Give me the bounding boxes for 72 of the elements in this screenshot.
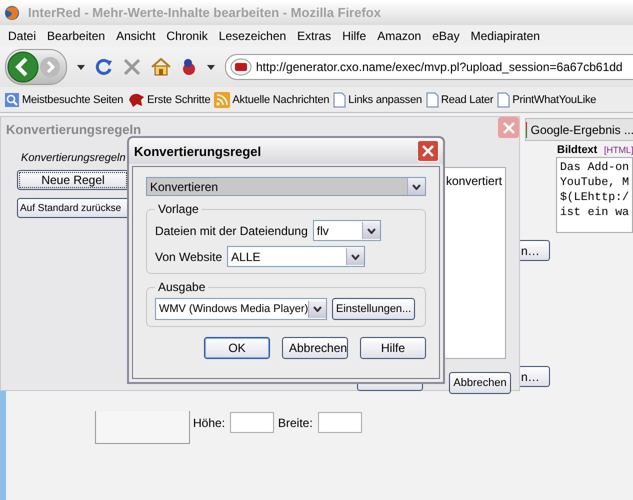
close-icon xyxy=(422,145,434,157)
extension-select[interactable]: flv xyxy=(312,220,381,241)
action-select[interactable]: Konvertieren xyxy=(146,177,426,196)
home-icon[interactable] xyxy=(151,58,171,76)
new-rule-button[interactable]: Neue Regel xyxy=(17,170,129,190)
height-label: Höhe: xyxy=(193,416,226,430)
chevron-icon xyxy=(351,254,360,260)
bookmark-label: Meistbesuchte Seiten xyxy=(22,94,124,106)
site-icon xyxy=(230,58,252,76)
close-button[interactable] xyxy=(417,140,439,162)
height-field[interactable] xyxy=(230,412,274,433)
website-select[interactable]: ALLE xyxy=(227,246,366,267)
search-icon xyxy=(4,92,20,108)
cancel-button[interactable]: Abbrechen xyxy=(449,372,511,394)
bookmark-item[interactable]: PrintWhatYouLike xyxy=(497,92,596,108)
menu-item[interactable]: Ansicht xyxy=(111,29,162,43)
extension-label: Dateien mit der Dateiendung xyxy=(155,224,308,238)
window-title: InterRed - Mehr-Werte-Inhalte bearbeiten - Mozilla Firefox xyxy=(28,5,381,20)
bookmark-label: Erste Schritte xyxy=(147,94,210,106)
menu-item[interactable]: Chronik xyxy=(161,29,214,43)
dialog-button[interactable]: Abbrechen xyxy=(282,337,348,359)
address-field[interactable]: http://generator.cxo.name/exec/mvp.pl?upload_session=6a67cb61dd xyxy=(225,54,633,80)
html-tag: [HTML] xyxy=(604,145,633,155)
dropdown-icon[interactable] xyxy=(207,64,215,70)
page-button[interactable]: n… xyxy=(518,240,550,261)
chevron-icon xyxy=(366,228,376,234)
bookmark-label: Read Later xyxy=(440,94,494,106)
bookmark-label: Aktuelle Nachrichten xyxy=(232,94,330,106)
bookmark-label: PrintWhatYouLike xyxy=(512,94,596,106)
menu-item[interactable]: Amazon xyxy=(372,29,428,43)
bookmark-item[interactable]: Meistbesuchte Seiten xyxy=(4,92,124,108)
dropdown-icon[interactable] xyxy=(77,64,85,70)
bookmark-label: Links anpassen xyxy=(348,94,422,106)
dialog-button[interactable]: OK xyxy=(204,337,270,359)
chevron-icon xyxy=(412,184,421,190)
menu-item[interactable]: Datei xyxy=(3,29,42,43)
figure-icon[interactable] xyxy=(181,58,197,76)
dialog-button[interactable]: Hilfe xyxy=(360,337,426,359)
menu-item[interactable]: eBay xyxy=(427,29,466,43)
website-label: Von Website xyxy=(155,250,222,264)
caption-label: Bildtext xyxy=(557,144,598,156)
browser-tab[interactable]: Google-Ergebnis ... xyxy=(525,118,633,141)
page-icon xyxy=(497,92,510,108)
bookmark-item[interactable]: Links anpassen xyxy=(333,92,422,108)
width-label: Breite: xyxy=(278,416,313,430)
window-title: Konvertierungsregeln xyxy=(6,122,142,137)
caption-textarea[interactable]: Das Add-on YouTube, M $(LEhttp:/ ist ein wa xyxy=(556,157,633,233)
bookmark-item[interactable]: Aktuelle Nachrichten xyxy=(214,92,330,108)
dialog-title: Konvertierungsregel xyxy=(134,144,262,158)
format-select[interactable]: WMV (Windows Media Player) xyxy=(155,298,327,320)
animal-icon xyxy=(127,92,146,108)
menu-item[interactable]: Bearbeiten xyxy=(42,29,112,43)
page-button[interactable]: n… xyxy=(518,366,550,387)
rss-icon xyxy=(214,92,230,108)
group-label: Vorlage xyxy=(157,202,200,216)
close-icon xyxy=(502,122,514,134)
rules-label: Konvertierungsregeln xyxy=(21,152,126,164)
bookmark-item[interactable]: Erste Schritte xyxy=(127,92,210,108)
group-label: Ausgabe xyxy=(157,280,206,294)
reload-icon[interactable] xyxy=(95,58,113,76)
page-icon xyxy=(333,92,346,108)
width-field[interactable] xyxy=(318,412,362,433)
stop-icon[interactable] xyxy=(123,58,141,76)
menu-item[interactable]: Extras xyxy=(292,29,338,43)
chevron-icon xyxy=(313,306,322,312)
menu-item[interactable]: Hilfe xyxy=(337,29,372,43)
menu-item[interactable]: Lesezeichen xyxy=(214,29,292,43)
page-icon xyxy=(426,92,439,108)
back-forward-buttons[interactable] xyxy=(5,49,67,85)
settings-button[interactable]: Einstellungen... xyxy=(332,298,416,320)
menu-item[interactable]: Mediapiraten xyxy=(466,29,546,43)
bookmark-item[interactable]: Read Later xyxy=(426,92,494,108)
